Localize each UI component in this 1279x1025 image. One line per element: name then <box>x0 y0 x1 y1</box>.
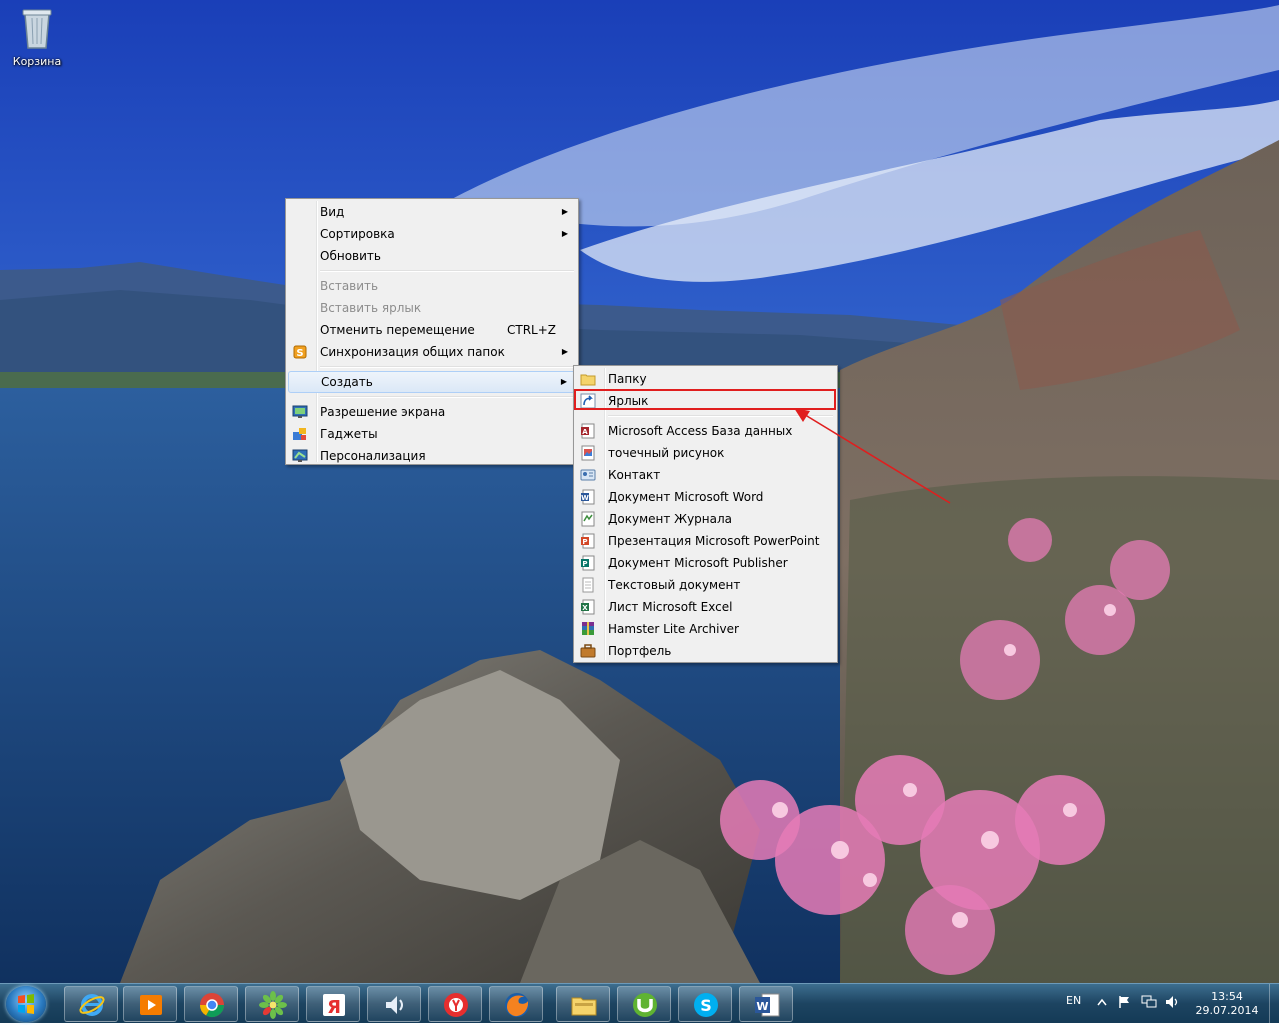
taskbar-utorrent[interactable] <box>617 986 671 1022</box>
briefcase-icon <box>580 644 596 658</box>
explorer-icon <box>571 997 597 1016</box>
yandex-browser-icon <box>444 993 468 1017</box>
submenu-arrow-icon: ▶ <box>560 377 567 386</box>
bitmap-icon <box>581 445 595 461</box>
svg-text:Я: Я <box>327 997 341 1018</box>
internet-explorer-icon <box>79 994 105 1016</box>
svg-text:A: A <box>582 428 588 436</box>
taskbar-yandex[interactable]: Я <box>306 986 360 1022</box>
powerpoint-icon: P <box>581 533 595 549</box>
access-icon: A <box>581 423 595 439</box>
taskbar-chrome[interactable] <box>184 986 238 1022</box>
menu-item-paste[interactable]: Вставить <box>288 275 576 297</box>
action-center-flag-icon[interactable] <box>1117 995 1131 1009</box>
taskbar: Я S W EN 13:54 29.07.2014 <box>0 983 1279 1024</box>
submenu-item-journal[interactable]: Документ Журнала <box>576 508 835 530</box>
volume-app-icon <box>386 996 403 1014</box>
utorrent-icon <box>633 993 657 1017</box>
shortcut-label: CTRL+Z <box>506 323 556 337</box>
clock-date: 29.07.2014 <box>1195 1004 1259 1017</box>
word-icon: W <box>755 993 780 1017</box>
yandex-icon: Я <box>323 994 345 1018</box>
start-button[interactable] <box>6 986 46 1022</box>
folder-icon <box>580 374 596 386</box>
menu-item-sync-shared-folders[interactable]: S Синхронизация общих папок ▶ <box>288 341 576 363</box>
gadgets-icon <box>293 428 306 440</box>
menu-item-screen-resolution[interactable]: Разрешение экрана <box>288 401 576 423</box>
annotation-arrow-icon <box>794 408 951 504</box>
submenu-item-excel[interactable]: X Лист Microsoft Excel <box>576 596 835 618</box>
taskbar-icq[interactable] <box>245 986 299 1022</box>
taskbar-internet-explorer[interactable] <box>64 986 118 1022</box>
contact-icon <box>580 469 596 481</box>
archiver-icon <box>582 622 594 635</box>
submenu-item-briefcase[interactable]: Портфель <box>576 640 835 662</box>
submenu-arrow-icon: ▶ <box>561 347 568 356</box>
taskbar-yandex-browser[interactable] <box>428 986 482 1022</box>
svg-text:S: S <box>296 348 303 359</box>
monitor-icon <box>292 405 308 418</box>
media-player-icon <box>140 995 162 1015</box>
recycle-bin-label: Корзина <box>12 55 62 68</box>
language-indicator[interactable]: EN <box>1066 994 1081 1014</box>
svg-text:X: X <box>582 604 588 612</box>
icq-icon <box>259 991 287 1019</box>
recycle-bin-icon <box>22 9 52 49</box>
submenu-item-powerpoint[interactable]: P Презентация Microsoft PowerPoint <box>576 530 835 552</box>
menu-separator <box>320 270 574 272</box>
text-doc-icon <box>582 577 594 593</box>
network-icon[interactable] <box>1141 995 1157 1009</box>
taskbar-media-player[interactable] <box>123 986 177 1022</box>
show-hidden-icons-icon[interactable] <box>1097 998 1107 1006</box>
excel-icon: X <box>581 599 595 615</box>
clock-time: 13:54 <box>1211 990 1243 1003</box>
menu-item-paste-shortcut[interactable]: Вставить ярлык <box>288 297 576 319</box>
firefox-icon <box>505 993 529 1017</box>
svg-text:W: W <box>756 1000 768 1013</box>
svg-text:P: P <box>582 538 587 546</box>
desktop-context-menu: Вид ▶ Сортировка ▶ Обновить Вставить Вст… <box>285 198 579 465</box>
submenu-item-text-doc[interactable]: Текстовый документ <box>576 574 835 596</box>
menu-item-view[interactable]: Вид ▶ <box>288 201 576 223</box>
taskbar-explorer[interactable] <box>556 986 610 1022</box>
submenu-item-publisher[interactable]: P Документ Microsoft Publisher <box>576 552 835 574</box>
skype-icon: S <box>694 993 718 1017</box>
windows-logo-icon <box>18 994 34 1014</box>
speaker-icon[interactable] <box>1165 995 1181 1009</box>
taskbar-skype[interactable]: S <box>678 986 732 1022</box>
sync-icon: S <box>293 345 307 359</box>
system-clock[interactable]: 13:54 29.07.2014 <box>1192 990 1262 1020</box>
recycle-bin-shortcut[interactable]: Корзина <box>8 6 66 68</box>
submenu-arrow-icon: ▶ <box>561 207 568 216</box>
personalization-icon <box>292 449 308 462</box>
taskbar-volume-app[interactable] <box>367 986 421 1022</box>
menu-item-undo-move[interactable]: Отменить перемещение CTRL+Z <box>288 319 576 341</box>
menu-item-sort[interactable]: Сортировка ▶ <box>288 223 576 245</box>
svg-text:S: S <box>700 996 712 1015</box>
taskbar-word[interactable]: W <box>739 986 793 1022</box>
menu-item-gadgets[interactable]: Гаджеты <box>288 423 576 445</box>
menu-separator <box>320 366 574 368</box>
journal-icon <box>581 511 595 527</box>
svg-text:P: P <box>582 560 587 568</box>
shortcut-icon <box>580 393 596 409</box>
svg-text:W: W <box>581 494 589 502</box>
menu-item-personalization[interactable]: Персонализация <box>288 445 576 467</box>
publisher-icon: P <box>581 555 595 571</box>
chrome-icon <box>200 993 224 1018</box>
word-doc-icon: W <box>581 489 595 505</box>
menu-item-create[interactable]: Создать ▶ <box>288 371 576 393</box>
submenu-item-folder[interactable]: Папку <box>576 368 835 390</box>
taskbar-firefox[interactable] <box>489 986 543 1022</box>
submenu-arrow-icon: ▶ <box>561 229 568 238</box>
show-desktop-button[interactable] <box>1269 984 1279 1024</box>
submenu-item-archiver[interactable]: Hamster Lite Archiver <box>576 618 835 640</box>
menu-item-refresh[interactable]: Обновить <box>288 245 576 267</box>
menu-separator <box>320 396 574 398</box>
